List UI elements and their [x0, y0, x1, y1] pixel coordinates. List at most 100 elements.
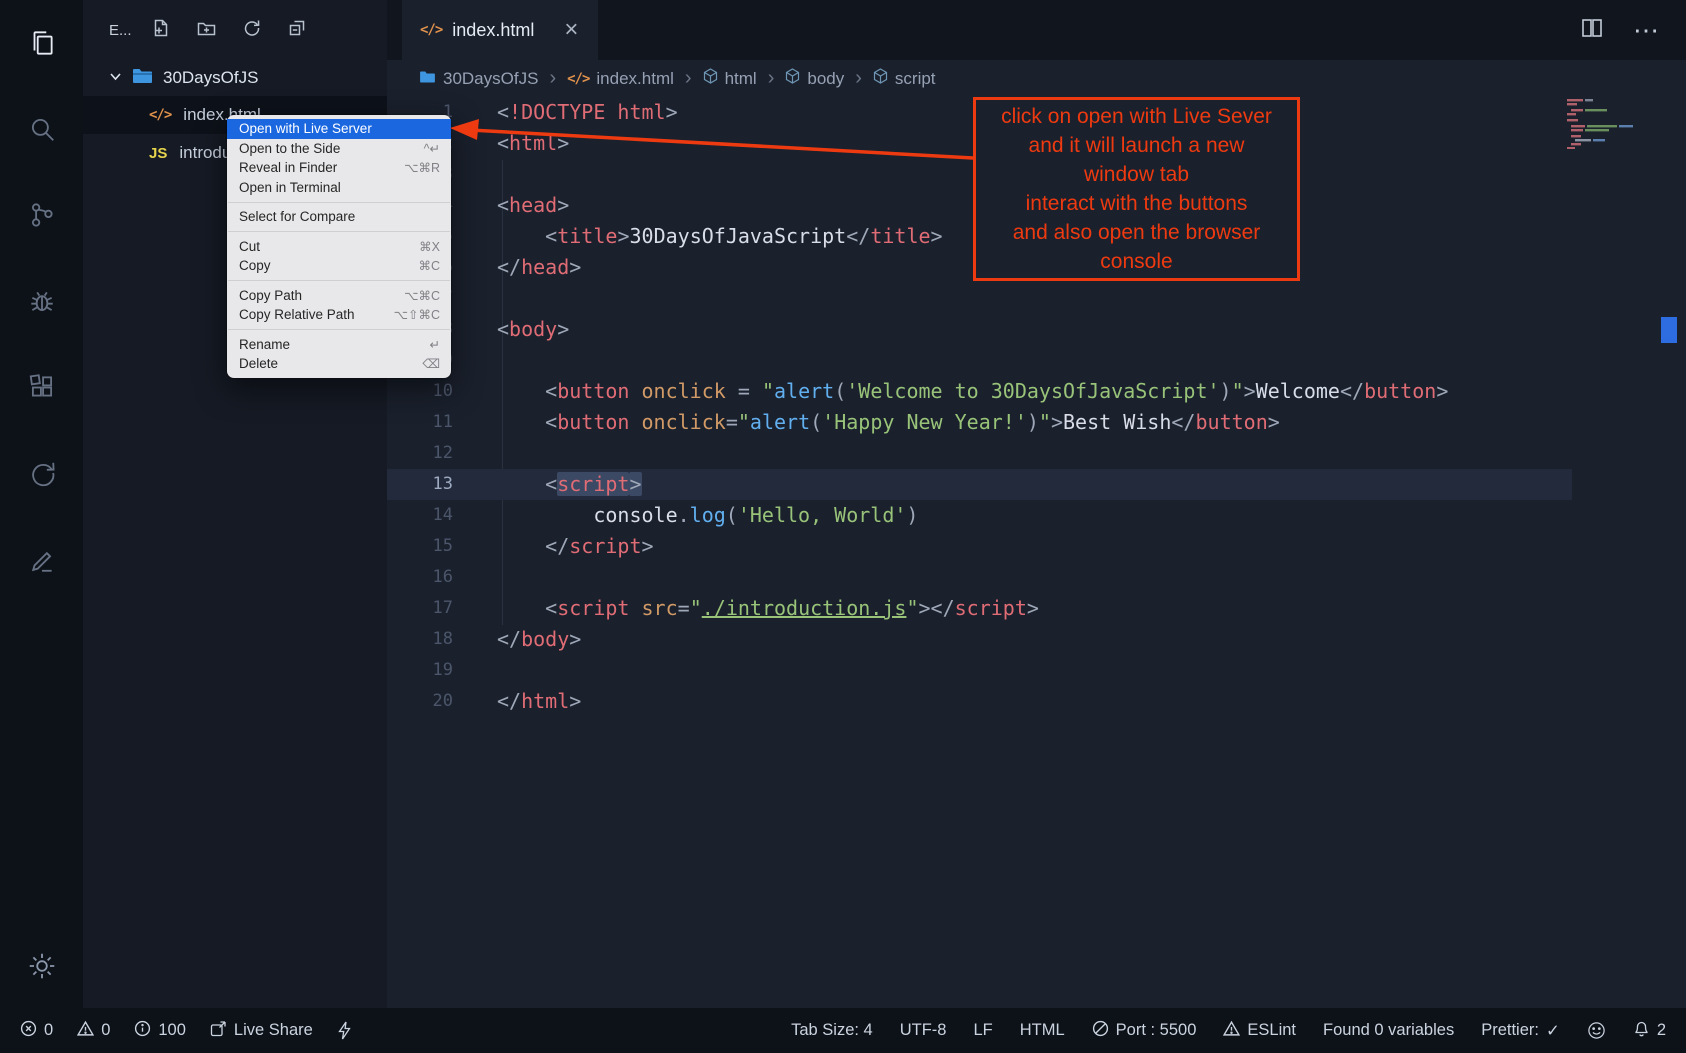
- status-language[interactable]: HTML: [1020, 1021, 1065, 1040]
- breadcrumb-project[interactable]: 30DaysOfJS: [419, 69, 538, 89]
- context-menu: Open with Live Server Open to the Side ^↵ R…: [227, 115, 451, 378]
- menu-item-label: Cut: [239, 239, 260, 254]
- line-content: <button onclick = "alert('Welcome to 30D…: [453, 376, 1448, 407]
- lightning-icon[interactable]: [337, 1021, 352, 1040]
- menu-item-cut[interactable]: Cut⌘X: [227, 237, 451, 257]
- code-line[interactable]: 17 <script src="./introduction.js"></scr…: [387, 593, 1572, 624]
- line-number: 14: [387, 500, 453, 531]
- menu-item-copy-path[interactable]: Copy Path⌥⌘C: [227, 286, 451, 306]
- code-line[interactable]: 14 console.log('Hello, World'): [387, 500, 1572, 531]
- menu-item-label: Open to the Side: [239, 141, 340, 156]
- search-icon[interactable]: [0, 86, 83, 172]
- folder-row-root[interactable]: 30DaysOfJS: [83, 60, 387, 96]
- code-line[interactable]: 16: [387, 562, 1572, 593]
- status-eslint[interactable]: ESLint: [1223, 1020, 1296, 1042]
- menu-item-open-to-the-side[interactable]: Open to the Side ^↵: [227, 139, 451, 159]
- menu-item-label: Delete: [239, 356, 278, 371]
- breadcrumb-symbol-script[interactable]: script: [873, 68, 936, 89]
- menu-item-copy[interactable]: Copy ⌘C: [227, 256, 451, 276]
- extensions-icon[interactable]: [0, 344, 83, 430]
- menu-item-label: Copy: [239, 258, 271, 273]
- menu-item-shortcut: ^↵: [424, 141, 440, 156]
- breadcrumb-symbol-body[interactable]: body: [785, 68, 844, 89]
- status-eol[interactable]: LF: [973, 1021, 992, 1040]
- code-line[interactable]: 20</html>: [387, 686, 1572, 717]
- new-folder-icon[interactable]: [197, 19, 216, 42]
- status-info[interactable]: 100: [134, 1020, 186, 1042]
- breadcrumb-separator: ›: [685, 67, 692, 90]
- breadcrumb-symbol-html[interactable]: html: [703, 68, 757, 89]
- scrollbar-marker[interactable]: [1661, 317, 1677, 343]
- line-number: 17: [387, 593, 453, 624]
- code-line[interactable]: 10 <button onclick = "alert('Welcome to …: [387, 376, 1572, 407]
- menu-item-copy-relative-path[interactable]: Copy Relative Path⌥⇧⌘C: [227, 305, 451, 325]
- status-tab-size[interactable]: Tab Size: 4: [791, 1021, 873, 1040]
- status-live-share[interactable]: Live Share: [210, 1020, 313, 1042]
- activity-bar: [0, 0, 83, 1008]
- menu-item-select-for-compare[interactable]: Select for Compare: [227, 207, 451, 227]
- status-warnings[interactable]: 0: [77, 1020, 110, 1042]
- more-actions-icon[interactable]: ⋯: [1633, 15, 1660, 46]
- code-line[interactable]: 12: [387, 438, 1572, 469]
- menu-separator: [228, 280, 450, 281]
- minimap[interactable]: [1567, 97, 1659, 149]
- status-errors[interactable]: 0: [20, 1020, 53, 1042]
- bell-icon: [1633, 1019, 1650, 1042]
- menu-item-reveal-in-finder[interactable]: Reveal in Finder ⌥⌘R: [227, 158, 451, 178]
- check-icon: ✓: [1546, 1021, 1560, 1041]
- collapse-all-icon[interactable]: [288, 19, 306, 42]
- line-number: 15: [387, 531, 453, 562]
- breadcrumb-file[interactable]: </> index.html: [567, 69, 674, 89]
- code-line[interactable]: 8<body>: [387, 314, 1572, 345]
- chevron-down-icon: [109, 68, 122, 88]
- explorer-icon[interactable]: [0, 0, 83, 86]
- code-line[interactable]: 15 </script>: [387, 531, 1572, 562]
- line-number: 16: [387, 562, 453, 593]
- pen-icon[interactable]: [0, 516, 83, 602]
- feedback-smiley-icon[interactable]: [1587, 1021, 1606, 1040]
- line-content: </head>: [453, 252, 581, 283]
- breadcrumb-separator: ›: [549, 67, 556, 90]
- source-control-icon[interactable]: [0, 172, 83, 258]
- menu-item-open-with-live-server[interactable]: Open with Live Server: [227, 119, 451, 139]
- code-line[interactable]: 19: [387, 655, 1572, 686]
- line-content: <head>: [453, 190, 569, 221]
- status-prettier[interactable]: Prettier: ✓: [1481, 1021, 1560, 1041]
- menu-item-rename[interactable]: Rename↵: [227, 335, 451, 355]
- status-port[interactable]: Port : 5500: [1092, 1020, 1197, 1042]
- circle-arrow-icon[interactable]: [0, 430, 83, 516]
- close-icon[interactable]: ×: [564, 18, 578, 42]
- menu-item-label: Reveal in Finder: [239, 160, 337, 175]
- status-encoding[interactable]: UTF-8: [900, 1021, 947, 1040]
- menu-item-shortcut: ⌥⌘R: [404, 160, 440, 175]
- warning-icon: [77, 1020, 94, 1042]
- status-variables[interactable]: Found 0 variables: [1323, 1021, 1454, 1040]
- line-content: <html>: [453, 128, 569, 159]
- run-debug-icon[interactable]: [0, 258, 83, 344]
- line-content: <script src="./introduction.js"></script…: [453, 593, 1039, 624]
- menu-item-shortcut: ⌘C: [418, 258, 440, 273]
- menu-item-delete[interactable]: Delete ⌫: [227, 354, 451, 374]
- line-number: 12: [387, 438, 453, 469]
- menu-item-shortcut: ⌥⌘C: [404, 288, 440, 303]
- explorer-title: E...: [109, 22, 132, 39]
- annotation-line: and it will launch a new: [1001, 131, 1272, 160]
- status-notifications[interactable]: 2: [1633, 1019, 1666, 1042]
- line-number: 13: [387, 469, 453, 500]
- code-line[interactable]: 11 <button onclick="alert('Happy New Yea…: [387, 407, 1572, 438]
- refresh-icon[interactable]: [243, 19, 261, 42]
- new-file-icon[interactable]: [152, 19, 170, 42]
- line-content: <script>: [453, 469, 642, 500]
- code-line[interactable]: 13 <script>: [387, 469, 1572, 500]
- code-line[interactable]: 7: [387, 283, 1572, 314]
- code-line[interactable]: 18</body>: [387, 624, 1572, 655]
- menu-item-label: Rename: [239, 337, 290, 352]
- line-number: 20: [387, 686, 453, 717]
- code-line[interactable]: 9: [387, 345, 1572, 376]
- menu-item-shortcut: ⌫: [422, 356, 440, 371]
- settings-gear-icon[interactable]: [0, 950, 83, 982]
- menu-item-open-in-terminal[interactable]: Open in Terminal: [227, 178, 451, 198]
- tab-index-html[interactable]: </> index.html ×: [402, 0, 598, 60]
- split-editor-icon[interactable]: [1581, 18, 1603, 43]
- line-content: <button onclick="alert('Happy New Year!'…: [453, 407, 1280, 438]
